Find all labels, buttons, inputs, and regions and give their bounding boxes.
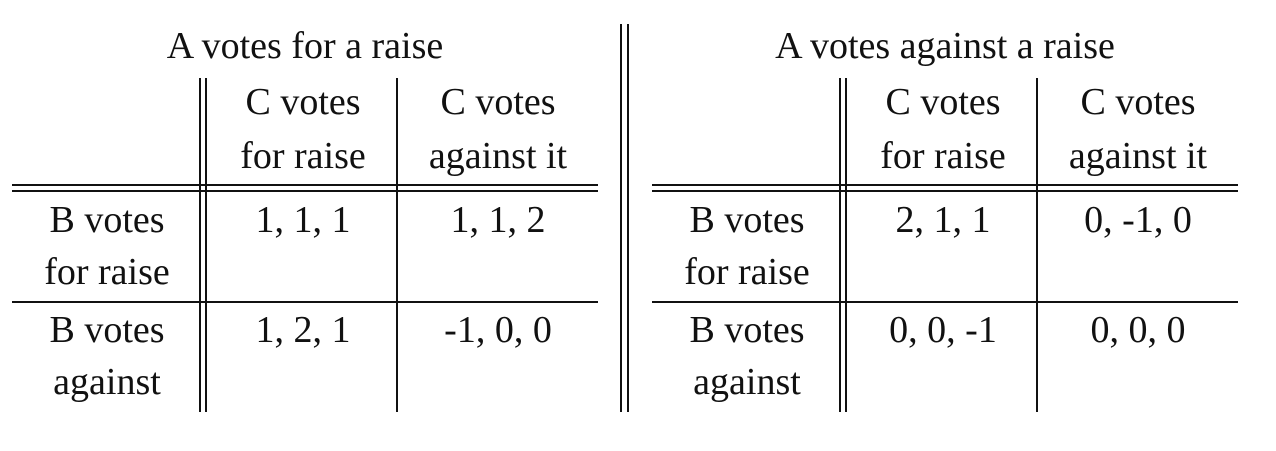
payoff-cell: 0, -1, 0 bbox=[1084, 199, 1192, 241]
table-title: A votes for a raise bbox=[166, 25, 444, 67]
payoff-table-a-for-raise: A votes for a raise C votes for raise C … bbox=[0, 0, 610, 451]
row-label-b-against-line2: against bbox=[53, 361, 161, 403]
payoff-cell: 1, 1, 2 bbox=[450, 199, 546, 241]
payoff-cell: 0, 0, -1 bbox=[889, 309, 997, 351]
row-label-b-against-line2: against bbox=[693, 361, 801, 403]
col-header-c-for-raise-line1: C votes bbox=[885, 81, 1001, 123]
row-label-b-against-line1: B votes bbox=[689, 309, 805, 351]
payoff-cell: 2, 1, 1 bbox=[895, 199, 991, 241]
double-vertical-rule-right bbox=[205, 78, 207, 412]
payoff-table-a-against-raise: A votes against a raise C votes for rais… bbox=[640, 0, 1250, 451]
row-label-b-against-line1: B votes bbox=[49, 309, 165, 351]
payoff-cell: 1, 2, 1 bbox=[255, 309, 351, 351]
col-header-c-for-raise-line1: C votes bbox=[245, 81, 361, 123]
col-header-c-against-line1: C votes bbox=[440, 81, 556, 123]
header-double-rule-top bbox=[652, 184, 1238, 186]
col-header-c-against-line1: C votes bbox=[1080, 81, 1196, 123]
row-divider bbox=[12, 301, 598, 303]
header-double-rule-bottom bbox=[652, 190, 1238, 192]
col-header-c-against-line2: against it bbox=[428, 135, 568, 177]
payoff-cell: -1, 0, 0 bbox=[444, 309, 552, 351]
col-header-c-against-line2: against it bbox=[1068, 135, 1208, 177]
double-vertical-rule-left bbox=[199, 78, 201, 412]
double-vertical-rule-right bbox=[845, 78, 847, 412]
column-divider bbox=[1036, 78, 1038, 412]
payoff-cell: 0, 0, 0 bbox=[1090, 309, 1186, 351]
table-title: A votes against a raise bbox=[775, 25, 1115, 67]
row-label-b-for-raise-line1: B votes bbox=[49, 199, 165, 241]
double-vertical-rule-left bbox=[839, 78, 841, 412]
column-divider bbox=[396, 78, 398, 412]
row-divider bbox=[652, 301, 1238, 303]
header-double-rule-bottom bbox=[12, 190, 598, 192]
row-label-b-for-raise-line1: B votes bbox=[689, 199, 805, 241]
game-separator-right bbox=[627, 24, 629, 412]
payoff-cell: 1, 1, 1 bbox=[255, 199, 351, 241]
header-double-rule-top bbox=[12, 184, 598, 186]
row-label-b-for-raise-line2: for raise bbox=[684, 251, 810, 293]
row-label-b-for-raise-line2: for raise bbox=[44, 251, 170, 293]
game-separator-left bbox=[620, 24, 622, 412]
col-header-c-for-raise-line2: for raise bbox=[880, 135, 1006, 177]
col-header-c-for-raise-line2: for raise bbox=[240, 135, 366, 177]
